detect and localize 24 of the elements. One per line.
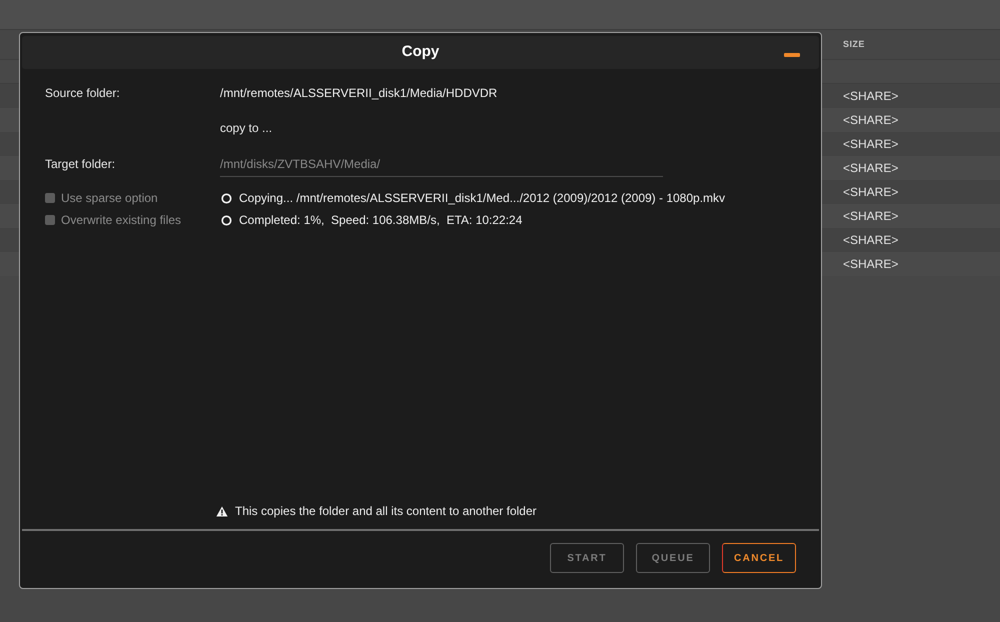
minimize-button[interactable] [784,53,800,57]
option-label: Overwrite existing files [61,212,182,229]
warning-icon [216,506,228,516]
info-note: This copies the folder and all its content to another folder [235,503,537,520]
dialog-title: Copy [402,42,440,62]
field-label: Target folder: [45,156,116,173]
status-text: Copying... /mnt/remotes/ALSSERVERII_disk1/Med.../2012 (2009)/2012 (2009) - 1080p.mkv [239,190,726,207]
table-cell-text: <SHARE> [843,184,898,201]
table-cell-text: <SHARE> [843,160,898,177]
column-header[interactable]: SIZE [843,38,865,52]
table-cell-text: <SHARE> [843,136,898,153]
source-path: /mnt/remotes/ALSSERVERII_disk1/Media/HDDVDR [220,85,498,102]
status-text: Completed: 1%, Speed: 106.38MB/s, ETA: 10:22:24 [239,212,522,229]
table-cell-text: <SHARE> [843,208,898,225]
ring-icon [221,214,232,226]
table-cell-text: <SHARE> [843,256,898,273]
table-cell-text: <SHARE> [843,88,898,105]
ring-icon [221,192,232,204]
table-cell-text: <SHARE> [843,112,898,129]
option-label: Use sparse option [61,190,158,207]
table-cell-text: <SHARE> [843,232,898,249]
copy-to-text: copy to ... [220,120,272,137]
field-label: Source folder: [45,85,121,102]
dialog-button[interactable]: CANCEL [722,543,796,573]
